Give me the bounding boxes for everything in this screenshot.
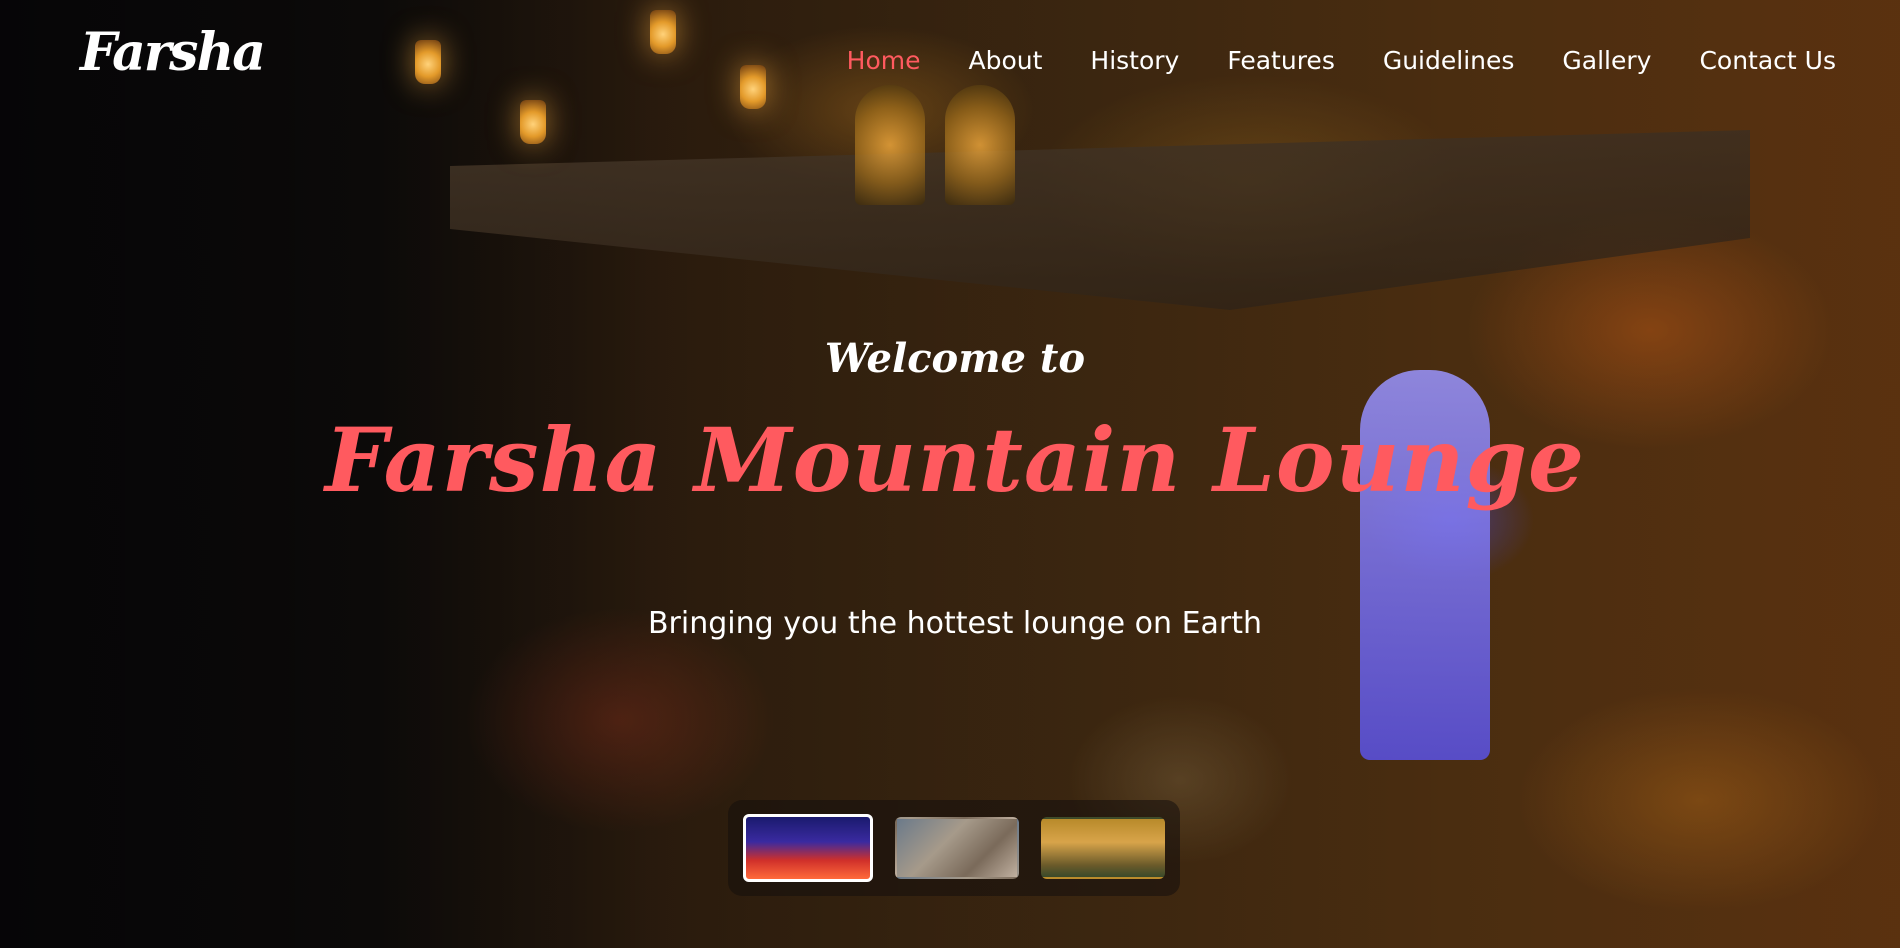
hero-title: Farsha Mountain Lounge xyxy=(324,408,1586,512)
hero-welcome-text: Welcome to xyxy=(824,335,1086,382)
hero-subtitle: Bringing you the hottest lounge on Earth xyxy=(647,606,1263,641)
slider-thumbnail-3[interactable] xyxy=(1041,817,1165,879)
slider-thumbnails xyxy=(728,800,1180,896)
nav-link-home[interactable]: Home xyxy=(847,46,921,75)
nav-link-about[interactable]: About xyxy=(968,46,1042,75)
slider-thumbnail-1[interactable] xyxy=(743,814,873,882)
slider-thumbnail-2[interactable] xyxy=(895,817,1019,879)
navbar: Farsha Home About History Features Guide… xyxy=(0,0,1900,120)
nav-link-history[interactable]: History xyxy=(1090,46,1179,75)
nav-link-gallery[interactable]: Gallery xyxy=(1562,46,1651,75)
nav-link-contact-us[interactable]: Contact Us xyxy=(1699,46,1836,75)
nav-link-guidelines[interactable]: Guidelines xyxy=(1383,46,1515,75)
nav-link-features[interactable]: Features xyxy=(1227,46,1335,75)
brand-logo[interactable]: Farsha xyxy=(80,18,266,88)
nav-menu: Home About History Features Guidelines G… xyxy=(847,46,1836,75)
